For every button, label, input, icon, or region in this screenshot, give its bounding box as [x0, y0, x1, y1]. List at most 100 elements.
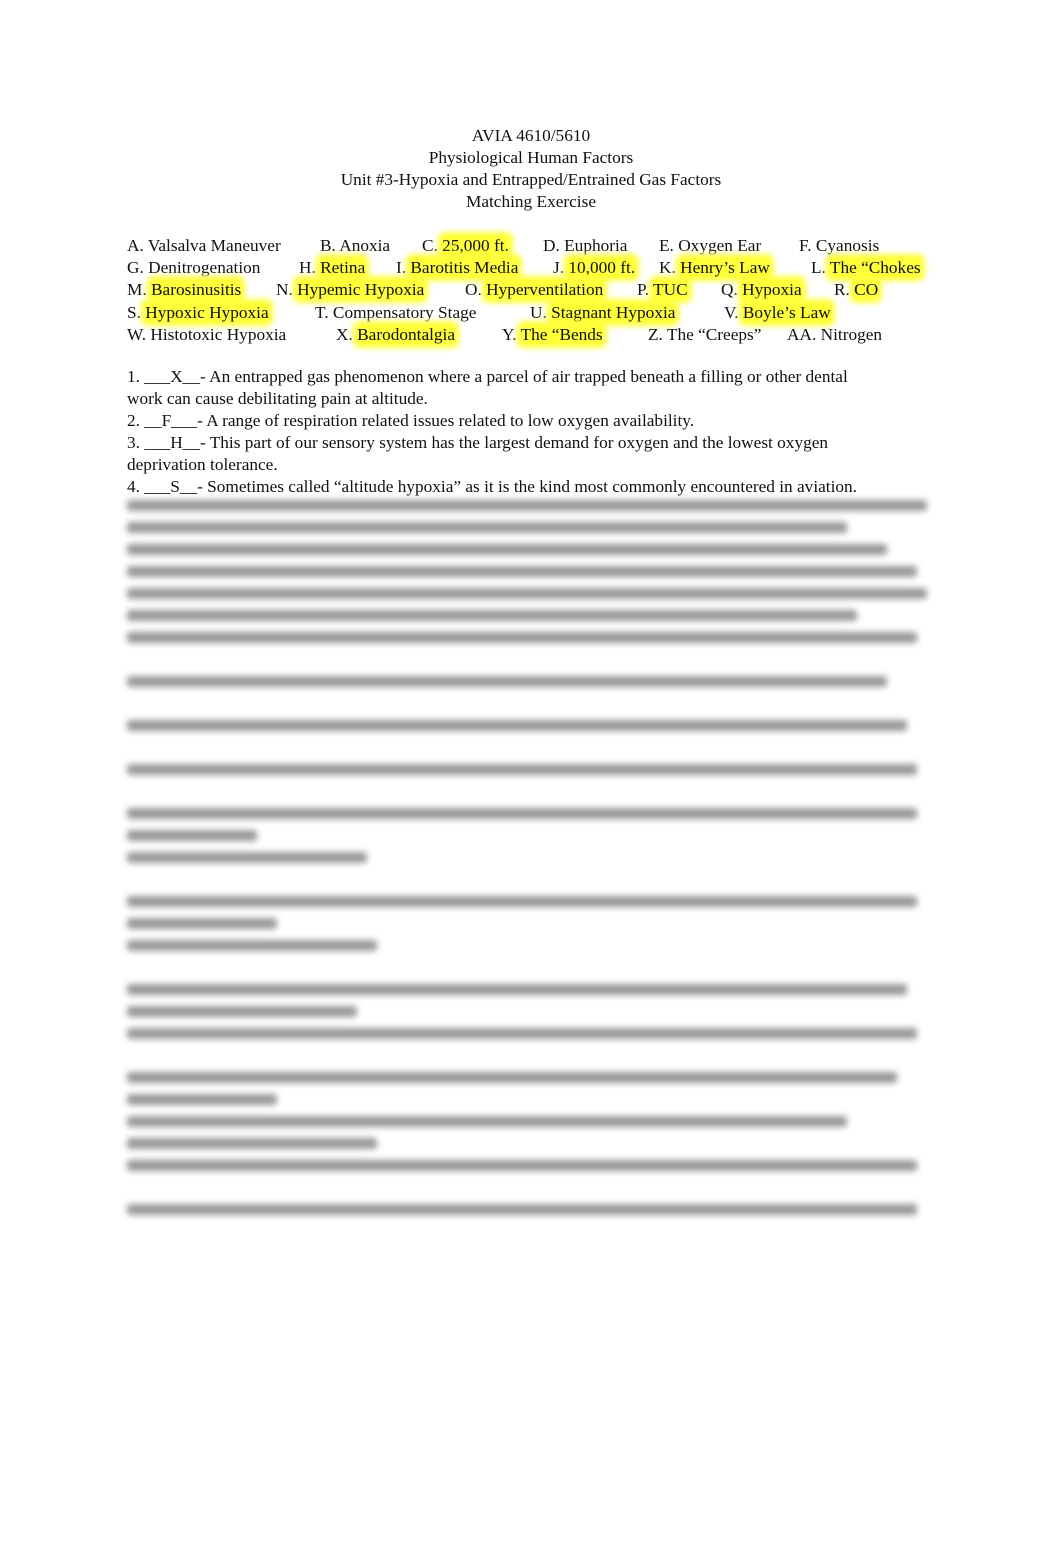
- option-term: Retina: [320, 258, 366, 278]
- option-letter: M.: [127, 280, 152, 300]
- blurred-line: [127, 588, 927, 599]
- option-letter: H.: [299, 258, 321, 278]
- blurred-line: [127, 522, 847, 533]
- blurred-line: [127, 1204, 917, 1215]
- blurred-questions: [127, 500, 937, 1226]
- option-term: Denitrogenation: [148, 258, 261, 278]
- option-term: Oxygen Ear: [678, 236, 762, 255]
- option-letter: U.: [530, 302, 552, 322]
- option-letter: C.: [422, 236, 443, 255]
- answer-option: Y. The “Bends: [502, 324, 603, 346]
- course-code: AVIA 4610/5610: [471, 126, 591, 145]
- option-letter: E.: [659, 236, 679, 255]
- option-letter: Z.: [648, 324, 667, 344]
- blurred-line: [127, 500, 927, 511]
- blurred-line: [127, 1094, 277, 1105]
- question-text: - This part of our sensory system has th…: [199, 433, 829, 452]
- option-letter: K.: [659, 258, 681, 278]
- answer-option: C. 25,000 ft.: [422, 235, 509, 257]
- blurred-line: [127, 1072, 897, 1083]
- option-term: The “Chokes: [829, 258, 921, 278]
- option-letter: I.: [396, 258, 411, 278]
- unit-title: Unit #3-Hypoxia and Entrapped/Entrained …: [340, 170, 722, 189]
- answer-option: O. Hyperventilation: [465, 279, 604, 301]
- answer-blank[interactable]: ___S__: [144, 477, 197, 496]
- answer-blank[interactable]: ___X__: [144, 367, 200, 386]
- answer-option: P. TUC: [637, 279, 688, 301]
- option-letter: Q.: [721, 280, 743, 300]
- blurred-line: [127, 720, 907, 731]
- blurred-line: [127, 852, 367, 863]
- option-term: TUC: [653, 280, 688, 300]
- question-number: 3.: [127, 433, 145, 452]
- answer-option: X. Barodontalgia: [336, 324, 456, 346]
- blurred-line: [127, 940, 377, 951]
- blurred-line: [127, 1028, 917, 1039]
- option-term: Anoxia: [339, 236, 391, 255]
- answer-option: N. Hypemic Hypoxia: [276, 279, 425, 301]
- answer-option: G. Denitrogenation: [127, 257, 260, 279]
- answer-option: Q. Hypoxia: [721, 279, 802, 301]
- answer-option: I. Barotitis Media: [396, 257, 519, 279]
- option-term: Stagnant Hypoxia: [551, 302, 676, 322]
- answer-blank[interactable]: ___H__: [144, 433, 200, 452]
- answer-bank: A. Valsalva Maneuver B. Anoxia C. 25,000 f…: [127, 235, 957, 346]
- option-letter: AA.: [787, 324, 821, 344]
- option-term: 25,000 ft.: [442, 236, 509, 255]
- option-term: Barosinusitis: [151, 280, 242, 300]
- question-item: 2. __F___- A range of respiration relate…: [127, 410, 957, 432]
- option-term: Henry’s Law: [680, 258, 770, 278]
- answer-option: W. Histotoxic Hypoxia: [127, 324, 286, 346]
- blurred-line: [127, 566, 917, 577]
- option-term: The “Bends: [520, 324, 603, 344]
- question-number: 2.: [127, 411, 145, 430]
- answer-option: J. 10,000 ft.: [553, 257, 636, 279]
- answer-bank-row: G. Denitrogenation H. Retina I. Barotitis …: [127, 257, 957, 279]
- answer-option: U. Stagnant Hypoxia: [530, 302, 676, 324]
- blurred-line: [127, 1116, 847, 1127]
- option-letter: V.: [724, 302, 743, 322]
- question-text: - Sometimes called “altitude hypoxia” as…: [197, 477, 858, 496]
- blurred-line: [127, 764, 917, 775]
- blurred-line: [127, 918, 277, 929]
- answer-option: R. CO: [834, 279, 879, 301]
- option-letter: N.: [276, 280, 298, 300]
- option-letter: P.: [637, 280, 654, 300]
- course-subject: Physiological Human Factors: [428, 148, 634, 167]
- answer-option: AA. Nitrogen: [787, 324, 882, 346]
- option-term: Boyle’s Law: [742, 302, 831, 322]
- question-text-continued: deprivation tolerance.: [127, 455, 278, 474]
- option-letter: G.: [127, 258, 149, 278]
- blurred-line: [127, 1160, 917, 1171]
- option-letter: X.: [336, 324, 358, 344]
- option-term: The “Creeps”: [666, 324, 762, 344]
- answer-option: H. Retina: [299, 257, 366, 279]
- answer-option: E. Oxygen Ear: [659, 235, 761, 257]
- option-letter: R.: [834, 280, 855, 300]
- answer-option: A. Valsalva Maneuver: [127, 235, 281, 257]
- option-term: Compensatory Stage: [332, 302, 477, 322]
- answer-option: B. Anoxia: [320, 235, 390, 257]
- answer-option: L. The “Chokes: [811, 257, 921, 279]
- option-term: Hypoxia: [742, 280, 802, 300]
- option-term: Nitrogen: [820, 324, 883, 344]
- option-term: Barotitis Media: [410, 258, 519, 278]
- answer-bank-row: S. Hypoxic Hypoxia T. Compensatory Stage U…: [127, 302, 957, 324]
- answer-blank[interactable]: __F___: [144, 411, 197, 430]
- option-term: Hypemic Hypoxia: [297, 280, 425, 300]
- option-letter: A.: [127, 236, 148, 255]
- blurred-line: [127, 632, 917, 643]
- answer-bank-row: A. Valsalva Maneuver B. Anoxia C. 25,000 f…: [127, 235, 957, 257]
- option-term: CO: [854, 280, 879, 300]
- option-letter: F.: [799, 236, 816, 255]
- blurred-line: [127, 676, 887, 687]
- question-number: 1.: [127, 367, 145, 386]
- blurred-line: [127, 830, 257, 841]
- option-letter: O.: [465, 280, 487, 300]
- option-letter: L.: [811, 258, 830, 278]
- question-number: 4.: [127, 477, 145, 496]
- option-term: Barodontalgia: [357, 324, 456, 344]
- option-letter: D.: [543, 236, 565, 255]
- option-term: Valsalva Maneuver: [147, 236, 281, 255]
- blurred-line: [127, 544, 887, 555]
